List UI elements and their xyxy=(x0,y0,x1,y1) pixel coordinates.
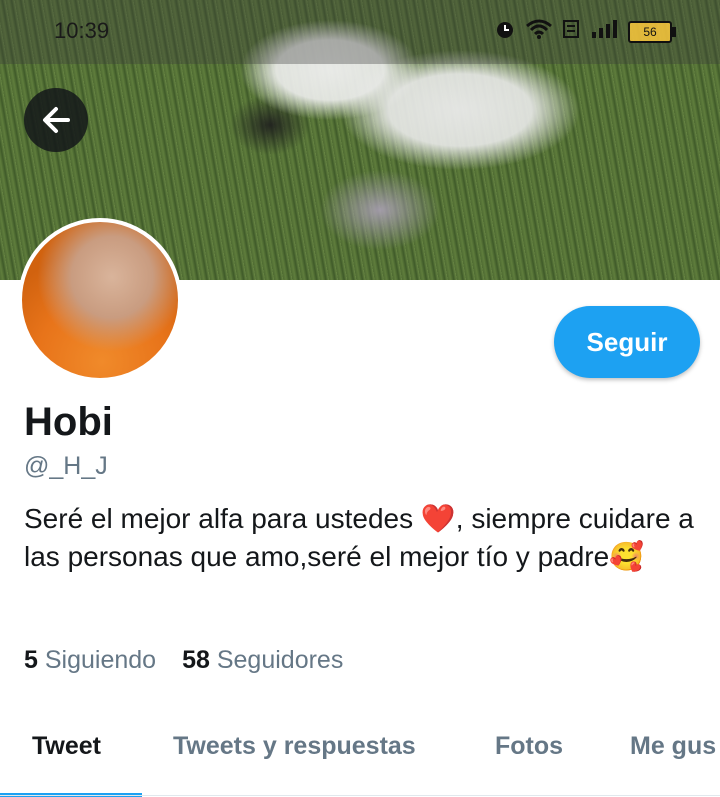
follow-stats: 5 Siguiendo 58 Seguidores xyxy=(24,646,343,675)
signal-icon xyxy=(590,18,618,45)
followers-link[interactable]: 58 Seguidores xyxy=(182,646,343,675)
status-time: 10:39 xyxy=(54,18,110,43)
following-count: 5 xyxy=(24,646,38,674)
heart-emoji-icon: ❤️ xyxy=(420,503,456,534)
followers-count: 58 xyxy=(182,646,210,674)
following-link[interactable]: 5 Siguiendo xyxy=(24,646,156,675)
profile-bio: Seré el mejor alfa para ustedes ❤️, siem… xyxy=(24,500,694,576)
tab-tweets-and-replies[interactable]: Tweets y respuestas xyxy=(173,732,416,761)
profile-tabs: Tweet Tweets y respuestas Fotos Me gus xyxy=(0,720,720,797)
arrow-left-icon xyxy=(43,107,70,133)
bio-text-1: Seré el mejor alfa para ustedes xyxy=(24,503,414,534)
tab-tweet[interactable]: Tweet xyxy=(32,732,101,761)
volte-icon xyxy=(562,18,580,45)
tabs-divider xyxy=(0,795,720,796)
back-button[interactable] xyxy=(24,88,88,152)
avatar[interactable] xyxy=(18,218,182,382)
alarm-icon xyxy=(494,18,516,45)
status-icons: 56 xyxy=(494,18,676,45)
smiling-hearts-emoji-icon: 🥰 xyxy=(609,541,645,572)
follow-button[interactable]: Seguir xyxy=(554,306,700,378)
tab-likes[interactable]: Me gus xyxy=(630,732,716,761)
following-label: Siguiendo xyxy=(44,646,157,674)
user-handle: @_H_J xyxy=(24,452,108,480)
display-name: Hobi xyxy=(24,400,113,444)
battery-icon: 56 xyxy=(628,20,676,43)
tab-photos[interactable]: Fotos xyxy=(495,732,563,761)
followers-label: Seguidores xyxy=(216,646,344,674)
wifi-icon xyxy=(526,18,552,45)
